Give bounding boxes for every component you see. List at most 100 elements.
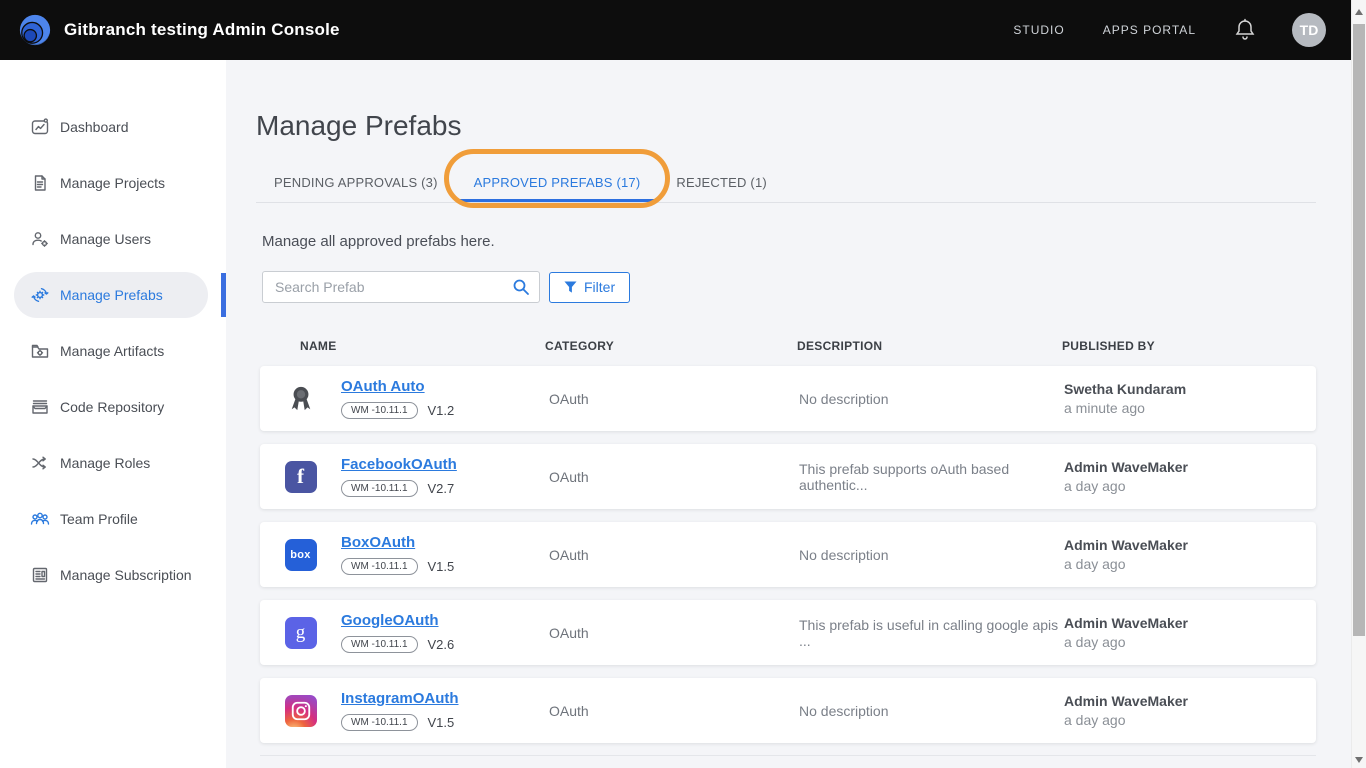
table-row: OAuth Auto WM -10.11.1 V1.2 OAuth No des… (260, 366, 1316, 431)
table-row: InstagramOAuth WM -10.11.1 V1.5 OAuth No… (260, 678, 1316, 743)
prefab-version: V1.2 (428, 403, 455, 418)
search-icon[interactable] (512, 278, 530, 296)
publisher-name: Admin WaveMaker (1064, 459, 1316, 475)
nav-link-apps-portal[interactable]: APPS PORTAL (1103, 23, 1196, 37)
team-people-icon (30, 509, 50, 529)
prefab-description: No description (799, 547, 1064, 563)
column-header-description: DESCRIPTION (797, 339, 1062, 353)
search-box (262, 271, 540, 303)
sidebar-item-label: Dashboard (60, 119, 129, 135)
sidebar-item-label: Manage Projects (60, 175, 165, 191)
code-repository-icon (30, 397, 50, 417)
sidebar-item-label: Manage Subscription (60, 567, 192, 583)
publisher-name: Swetha Kundaram (1064, 381, 1316, 397)
user-gear-icon (30, 229, 50, 249)
sidebar-item-code-repository[interactable]: Code Repository (14, 384, 208, 430)
sidebar-item-dashboard[interactable]: Dashboard (14, 104, 208, 150)
search-prefab-input[interactable] (262, 271, 540, 303)
sidebar-item-manage-projects[interactable]: Manage Projects (14, 160, 208, 206)
publish-time: a day ago (1064, 478, 1316, 494)
prefab-version: V1.5 (428, 715, 455, 730)
prefab-category: OAuth (549, 391, 799, 407)
prefabs-gear-sync-icon (30, 285, 50, 305)
wm-version-badge: WM -10.11.1 (341, 558, 418, 575)
publish-time: a day ago (1064, 634, 1316, 650)
wm-version-badge: WM -10.11.1 (341, 402, 418, 419)
tab-approved-prefabs[interactable]: APPROVED PREFABS (17) (456, 162, 659, 202)
column-header-published-by: PUBLISHED BY (1062, 339, 1316, 353)
publish-time: a minute ago (1064, 400, 1316, 416)
prefab-version: V2.6 (428, 637, 455, 652)
sidebar-item-manage-subscription[interactable]: Manage Subscription (14, 552, 208, 598)
list-bottom-divider (260, 755, 1316, 756)
prefab-name-link[interactable]: FacebookOAuth (341, 456, 457, 473)
artifacts-folder-icon (30, 341, 50, 361)
publisher-name: Admin WaveMaker (1064, 537, 1316, 553)
dashboard-icon (30, 117, 50, 137)
user-avatar[interactable]: TD (1292, 13, 1326, 47)
prefab-category: OAuth (549, 547, 799, 563)
award-badge-icon (260, 384, 341, 414)
sidebar-item-label: Manage Artifacts (60, 343, 164, 359)
wavemaker-logo-icon (18, 13, 52, 47)
sidebar-item-manage-roles[interactable]: Manage Roles (14, 440, 208, 486)
projects-document-icon (30, 173, 50, 193)
prefab-name-link[interactable]: BoxOAuth (341, 534, 415, 551)
filter-button-label: Filter (584, 279, 615, 295)
prefab-version: V1.5 (428, 559, 455, 574)
table-row: f FacebookOAuth WM -10.11.1 V2.7 OAuth T… (260, 444, 1316, 509)
app-title: Gitbranch testing Admin Console (64, 20, 340, 40)
sidebar-item-manage-users[interactable]: Manage Users (14, 216, 208, 262)
sidebar-nav: Dashboard Manage Projects Manage Users (0, 60, 226, 768)
prefab-name-link[interactable]: GoogleOAuth (341, 612, 439, 629)
sidebar-item-label: Code Repository (60, 399, 164, 415)
prefab-description: No description (799, 703, 1064, 719)
shuffle-roles-icon (30, 453, 50, 473)
prefab-description: This prefab supports oAuth based authent… (799, 461, 1064, 493)
prefab-version: V2.7 (428, 481, 455, 496)
publisher-name: Admin WaveMaker (1064, 615, 1316, 631)
google-icon: g (285, 617, 317, 649)
prefab-description: No description (799, 391, 1064, 407)
prefab-name-link[interactable]: OAuth Auto (341, 378, 425, 395)
nav-link-studio[interactable]: STUDIO (1013, 23, 1064, 37)
prefab-category: OAuth (549, 625, 799, 641)
scrollbar-down-arrow-icon[interactable] (1355, 757, 1363, 763)
notifications-bell-icon[interactable] (1234, 18, 1256, 42)
sidebar-item-team-profile[interactable]: Team Profile (14, 496, 208, 542)
wm-version-badge: WM -10.11.1 (341, 636, 418, 653)
subscription-document-icon (30, 565, 50, 585)
tab-pending-approvals[interactable]: PENDING APPROVALS (3) (256, 162, 456, 202)
filter-button[interactable]: Filter (549, 272, 630, 303)
page-title: Manage Prefabs (256, 110, 1316, 142)
sidebar-item-label: Team Profile (60, 511, 138, 527)
tab-bar: PENDING APPROVALS (3) APPROVED PREFABS (… (256, 162, 1316, 203)
main-content: Manage Prefabs PENDING APPROVALS (3) APP… (226, 60, 1351, 768)
publish-time: a day ago (1064, 556, 1316, 572)
prefab-category: OAuth (549, 469, 799, 485)
vertical-scrollbar[interactable] (1351, 0, 1366, 768)
prefab-category: OAuth (549, 703, 799, 719)
box-icon: box (285, 539, 317, 571)
prefab-name-link[interactable]: InstagramOAuth (341, 690, 459, 707)
top-app-bar: Gitbranch testing Admin Console STUDIO A… (0, 0, 1366, 60)
scrollbar-up-arrow-icon[interactable] (1355, 9, 1363, 15)
sidebar-item-manage-prefabs[interactable]: Manage Prefabs (14, 272, 208, 318)
table-header-row: NAME CATEGORY DESCRIPTION PUBLISHED BY (256, 339, 1316, 353)
instagram-icon (285, 695, 317, 727)
tab-rejected[interactable]: REJECTED (1) (658, 162, 785, 202)
wm-version-badge: WM -10.11.1 (341, 480, 418, 497)
table-row: box BoxOAuth WM -10.11.1 V1.5 OAuth No d… (260, 522, 1316, 587)
tab-description-text: Manage all approved prefabs here. (262, 233, 1316, 250)
sidebar-item-label: Manage Roles (60, 455, 150, 471)
facebook-icon: f (285, 461, 317, 493)
prefab-description: This prefab is useful in calling google … (799, 617, 1064, 649)
sidebar-item-manage-artifacts[interactable]: Manage Artifacts (14, 328, 208, 374)
publisher-name: Admin WaveMaker (1064, 693, 1316, 709)
column-header-category: CATEGORY (545, 339, 797, 353)
table-row: g GoogleOAuth WM -10.11.1 V2.6 OAuth Thi… (260, 600, 1316, 665)
column-header-name: NAME (300, 339, 545, 353)
tab-approved-prefabs-label: APPROVED PREFABS (17) (474, 175, 641, 190)
publish-time: a day ago (1064, 712, 1316, 728)
scrollbar-thumb[interactable] (1353, 24, 1365, 636)
